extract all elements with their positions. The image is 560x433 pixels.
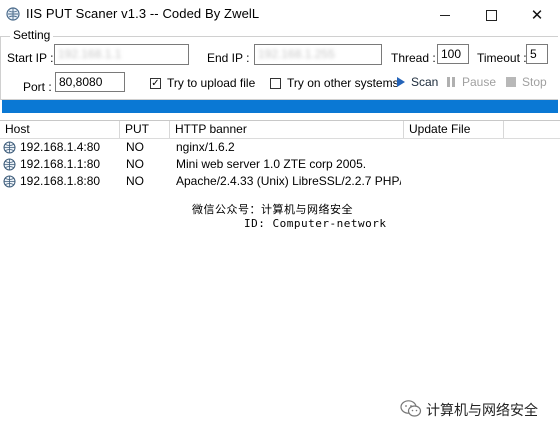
check-icon: ✓ xyxy=(151,77,160,89)
column-header-banner[interactable]: HTTP banner xyxy=(170,121,404,138)
end-ip-label: End IP : xyxy=(207,51,250,65)
host-cell: 192.168.1.8:80 xyxy=(20,174,101,188)
host-cell: 192.168.1.1:80 xyxy=(20,157,101,171)
column-header-put[interactable]: PUT xyxy=(120,121,170,138)
put-cell: NO xyxy=(126,174,144,188)
play-icon xyxy=(397,77,405,87)
banner-cell: Apache/2.4.33 (Unix) LibreSSL/2.2.7 PHP/… xyxy=(176,174,401,188)
watermark-id: ID: Computer-network xyxy=(244,217,387,230)
end-ip-input[interactable]: 192.168.1.255 xyxy=(254,44,382,65)
put-cell: NO xyxy=(126,157,144,171)
table-row[interactable]: 192.168.1.8:80 NO Apache/2.4.33 (Unix) L… xyxy=(0,173,420,190)
globe-icon xyxy=(3,158,16,171)
stop-button[interactable]: Stop xyxy=(506,75,547,89)
stop-label: Stop xyxy=(522,75,547,89)
end-ip-value: 192.168.1.255 xyxy=(258,47,335,61)
thread-input[interactable]: 100 xyxy=(437,44,469,64)
results-table-header: Host PUT HTTP banner Update File xyxy=(0,120,560,139)
window-title: IIS PUT Scaner v1.3 -- Coded By ZwelL xyxy=(26,6,260,21)
host-cell: 192.168.1.4:80 xyxy=(20,140,101,154)
minimize-icon xyxy=(440,14,450,16)
column-header-host[interactable]: Host xyxy=(0,121,120,138)
minimize-button[interactable] xyxy=(422,0,468,30)
scan-button[interactable]: Scan xyxy=(397,75,438,89)
app-icon xyxy=(6,7,20,21)
column-header-update-file[interactable]: Update File xyxy=(404,121,504,138)
start-ip-label: Start IP : xyxy=(7,51,54,65)
start-ip-value: 192.168.1.1 xyxy=(58,47,122,61)
timeout-value: 5 xyxy=(530,47,537,61)
upload-checkbox-row[interactable]: ✓ Try to upload file xyxy=(150,76,255,90)
maximize-icon xyxy=(485,9,497,21)
timeout-input[interactable]: 5 xyxy=(526,44,548,64)
pause-label: Pause xyxy=(462,75,497,89)
banner-cell: nginx/1.6.2 xyxy=(176,140,235,154)
other-systems-label: Try on other systems xyxy=(287,76,399,90)
maximize-button[interactable] xyxy=(468,0,514,30)
title-bar: IIS PUT Scaner v1.3 -- Coded By ZwelL ✕ xyxy=(0,0,560,30)
brand-watermark: 计算机与网络安全 xyxy=(400,397,550,421)
setting-legend: Setting xyxy=(10,28,54,42)
scan-progress-bar xyxy=(2,100,558,113)
other-systems-checkbox[interactable] xyxy=(270,77,281,89)
watermark-wechat-account: 微信公众号：计算机与网络安全 xyxy=(192,203,353,216)
table-row[interactable]: 192.168.1.4:80 NO nginx/1.6.2 xyxy=(0,139,420,156)
stop-icon xyxy=(506,77,516,87)
start-ip-input[interactable]: 192.168.1.1 xyxy=(54,44,189,65)
other-systems-checkbox-row[interactable]: Try on other systems xyxy=(270,76,399,90)
globe-icon xyxy=(3,175,16,188)
thread-value: 100 xyxy=(441,47,462,61)
thread-label: Thread : xyxy=(391,51,436,65)
banner-cell: Mini web server 1.0 ZTE corp 2005. xyxy=(176,157,367,171)
wechat-icon xyxy=(400,400,422,417)
globe-icon xyxy=(3,141,16,154)
brand-text: 计算机与网络安全 xyxy=(426,402,538,418)
scan-label: Scan xyxy=(411,75,439,89)
upload-checkbox[interactable]: ✓ xyxy=(150,77,161,89)
close-icon: ✕ xyxy=(530,5,544,24)
timeout-label: Timeout : xyxy=(477,51,527,65)
port-value: 80,8080 xyxy=(59,75,103,89)
pause-icon xyxy=(447,77,455,87)
pause-button[interactable]: Pause xyxy=(447,75,496,89)
port-input[interactable]: 80,8080 xyxy=(55,72,125,92)
port-label: Port : xyxy=(23,80,52,94)
put-cell: NO xyxy=(126,140,144,154)
upload-label: Try to upload file xyxy=(167,76,256,90)
close-button[interactable]: ✕ xyxy=(514,0,560,30)
table-row[interactable]: 192.168.1.1:80 NO Mini web server 1.0 ZT… xyxy=(0,156,420,173)
